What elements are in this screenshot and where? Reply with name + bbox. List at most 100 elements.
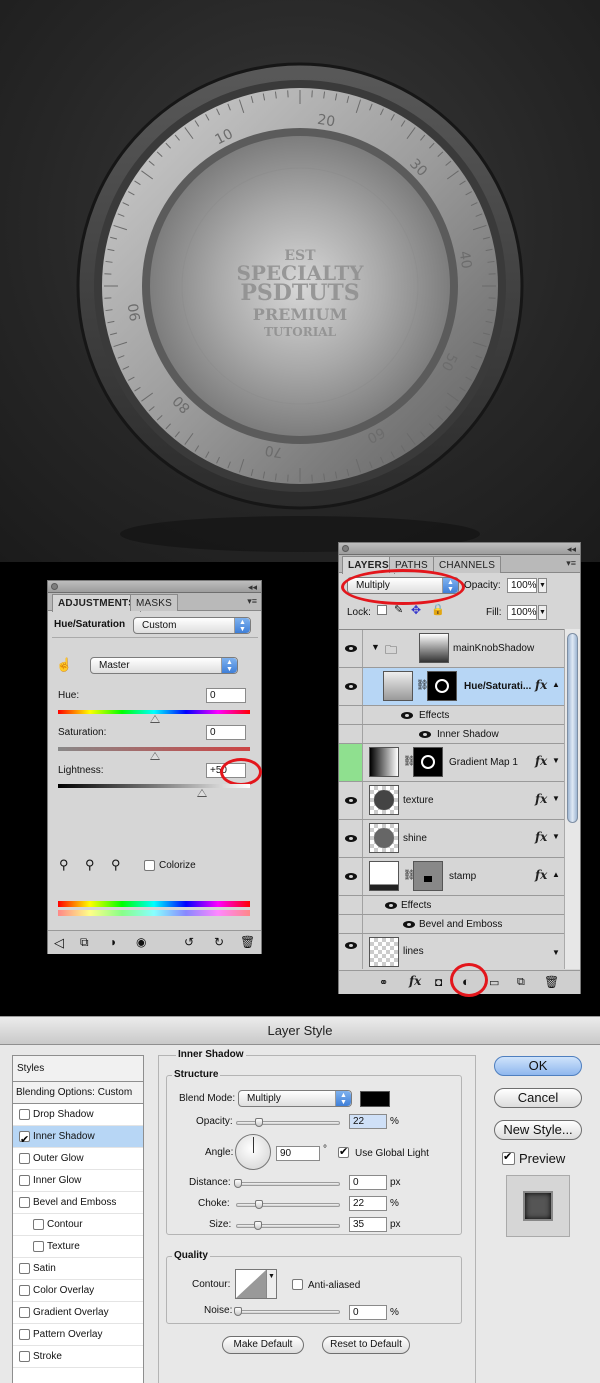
reset-icon[interactable]: ↻ xyxy=(214,935,224,949)
use-global-light-checkbox[interactable] xyxy=(338,1145,349,1158)
lightness-slider-thumb[interactable] xyxy=(197,789,207,797)
style-item-contour[interactable]: Contour xyxy=(13,1214,143,1236)
saturation-slider-thumb[interactable] xyxy=(150,752,160,760)
style-item-inner-shadow[interactable]: Inner Shadow xyxy=(13,1126,143,1151)
distance-slider[interactable] xyxy=(236,1182,340,1186)
fx-icon[interactable]: fx xyxy=(535,792,547,806)
link-layers-icon[interactable]: ⚭ xyxy=(379,976,388,989)
layer-row-texture[interactable]: texture fx ▼ xyxy=(339,782,564,820)
opacity-input[interactable]: 22 xyxy=(349,1114,387,1129)
tab-adjustments[interactable]: ADJUSTMENTS xyxy=(52,594,142,612)
cancel-button[interactable]: Cancel xyxy=(494,1088,582,1108)
size-slider-thumb[interactable] xyxy=(254,1221,262,1230)
collapse-icon[interactable]: ◂◂ xyxy=(248,581,257,593)
style-item-drop-shadow[interactable]: Drop Shadow xyxy=(13,1104,143,1126)
opacity-slider-thumb[interactable] xyxy=(255,1118,263,1127)
fx-icon[interactable]: fx xyxy=(535,830,547,844)
group-mask-thumbnail[interactable] xyxy=(419,633,449,663)
fx-icon[interactable]: fx xyxy=(535,754,547,768)
saturation-input[interactable]: 0 xyxy=(206,725,246,740)
fx-icon[interactable]: fx xyxy=(535,678,547,692)
choke-slider[interactable] xyxy=(236,1203,340,1207)
close-icon[interactable] xyxy=(342,545,349,552)
collapse-icon[interactable]: ◂◂ xyxy=(567,543,576,555)
layer-thumbnail[interactable] xyxy=(369,937,399,967)
make-default-button[interactable]: Make Default xyxy=(222,1336,304,1354)
eye-icon[interactable] xyxy=(345,797,357,804)
style-checkbox[interactable] xyxy=(19,1307,30,1318)
eyedropper-minus-icon[interactable]: ⚲ xyxy=(111,857,121,873)
style-checkbox[interactable] xyxy=(19,1197,30,1208)
mask-thumbnail[interactable] xyxy=(413,861,443,891)
layer-row-stamp[interactable]: ⛓ stamp fx ▲ xyxy=(339,858,564,896)
style-checkbox[interactable] xyxy=(33,1219,44,1230)
style-item-bevel-and-emboss[interactable]: Bevel and Emboss xyxy=(13,1192,143,1214)
style-item-satin[interactable]: Satin xyxy=(13,1258,143,1280)
opacity-dropdown[interactable]: ▼ xyxy=(538,578,547,593)
add-mask-icon[interactable]: ◘ xyxy=(435,975,442,989)
effects-expand-icon[interactable]: ▼ xyxy=(552,794,560,803)
layer-effect-row[interactable]: Bevel and Emboss xyxy=(339,915,564,934)
effects-expand-icon[interactable]: ▼ xyxy=(552,756,560,765)
hue-slider-thumb[interactable] xyxy=(150,715,160,723)
scrollbar-thumb[interactable] xyxy=(567,633,578,823)
new-group-icon[interactable]: ▭ xyxy=(489,976,499,989)
eye-icon[interactable] xyxy=(345,835,357,842)
effects-collapse-icon[interactable]: ▲ xyxy=(552,680,560,689)
style-item-outer-glow[interactable]: Outer Glow xyxy=(13,1148,143,1170)
view-previous-icon[interactable]: ↺ xyxy=(184,935,194,949)
layers-titlebar[interactable]: ◂◂ xyxy=(339,543,580,555)
noise-slider[interactable] xyxy=(236,1310,340,1314)
angle-input[interactable]: 90 xyxy=(276,1146,320,1161)
layer-row-hue-saturation[interactable]: ⛓ Hue/Saturati... fx ▲ xyxy=(339,668,564,706)
adjustment-thumbnail[interactable] xyxy=(369,747,399,777)
new-layer-icon[interactable]: ⧉ xyxy=(517,976,525,989)
style-checkbox[interactable] xyxy=(19,1351,30,1362)
opacity-slider[interactable] xyxy=(236,1121,340,1125)
layer-effects-row[interactable]: Effects xyxy=(339,706,564,725)
eye-icon[interactable] xyxy=(403,921,415,928)
fill-dropdown[interactable]: ▼ xyxy=(538,605,547,620)
style-checkbox[interactable] xyxy=(19,1329,30,1340)
lock-position-icon[interactable]: ✥ xyxy=(411,603,421,617)
style-checkbox[interactable] xyxy=(19,1153,30,1164)
hue-input[interactable]: 0 xyxy=(206,688,246,703)
size-input[interactable]: 35 xyxy=(349,1217,387,1232)
layer-thumbnail[interactable] xyxy=(369,861,399,891)
lock-all-icon[interactable]: 🔒 xyxy=(431,603,445,616)
fx-icon[interactable]: fx xyxy=(535,868,547,882)
noise-slider-thumb[interactable] xyxy=(234,1307,242,1316)
eyedropper-icon[interactable]: ⚲ xyxy=(59,857,69,873)
adjustments-titlebar[interactable]: ◂◂ xyxy=(48,581,261,593)
add-style-icon[interactable]: fx xyxy=(409,974,421,988)
disclosure-triangle-icon[interactable]: ▼ xyxy=(371,642,380,652)
preview-checkbox[interactable] xyxy=(502,1150,515,1165)
contour-picker[interactable]: ▼ xyxy=(235,1269,277,1299)
trash-icon[interactable]: 🗑 xyxy=(240,935,255,949)
style-checkbox[interactable] xyxy=(33,1241,44,1252)
shadow-blend-mode-select[interactable]: Multiply ▲ ▼ xyxy=(238,1090,352,1107)
eye-icon[interactable] xyxy=(345,873,357,880)
channel-select[interactable]: Master ▲ ▼ xyxy=(90,657,238,674)
tab-masks[interactable]: MASKS xyxy=(130,594,179,611)
shadow-color-swatch[interactable] xyxy=(360,1091,390,1107)
eye-icon[interactable] xyxy=(401,712,413,719)
layers-scrollbar[interactable] xyxy=(564,629,580,969)
eye-icon[interactable] xyxy=(345,683,357,690)
tab-channels[interactable]: CHANNELS xyxy=(433,556,502,573)
panel-menu-icon[interactable]: ▾≡ xyxy=(247,596,257,607)
layer-thumbnail[interactable] xyxy=(369,785,399,815)
style-checkbox[interactable] xyxy=(19,1263,30,1274)
styles-header[interactable]: Styles xyxy=(13,1056,143,1082)
preset-select[interactable]: Custom ▲ ▼ xyxy=(133,617,251,634)
effects-collapse-icon[interactable]: ▲ xyxy=(552,870,560,879)
distance-slider-thumb[interactable] xyxy=(234,1179,242,1188)
ok-button[interactable]: OK xyxy=(494,1056,582,1076)
choke-input[interactable]: 22 xyxy=(349,1196,387,1211)
layer-row-lines[interactable]: lines ▼ xyxy=(339,934,564,969)
colorize-checkbox[interactable] xyxy=(144,860,155,871)
eyedropper-plus-icon[interactable]: ⚲ xyxy=(85,857,95,873)
scroll-down-arrow[interactable]: ▼ xyxy=(552,948,560,957)
lightness-slider[interactable] xyxy=(58,784,250,788)
noise-input[interactable]: 0 xyxy=(349,1305,387,1320)
